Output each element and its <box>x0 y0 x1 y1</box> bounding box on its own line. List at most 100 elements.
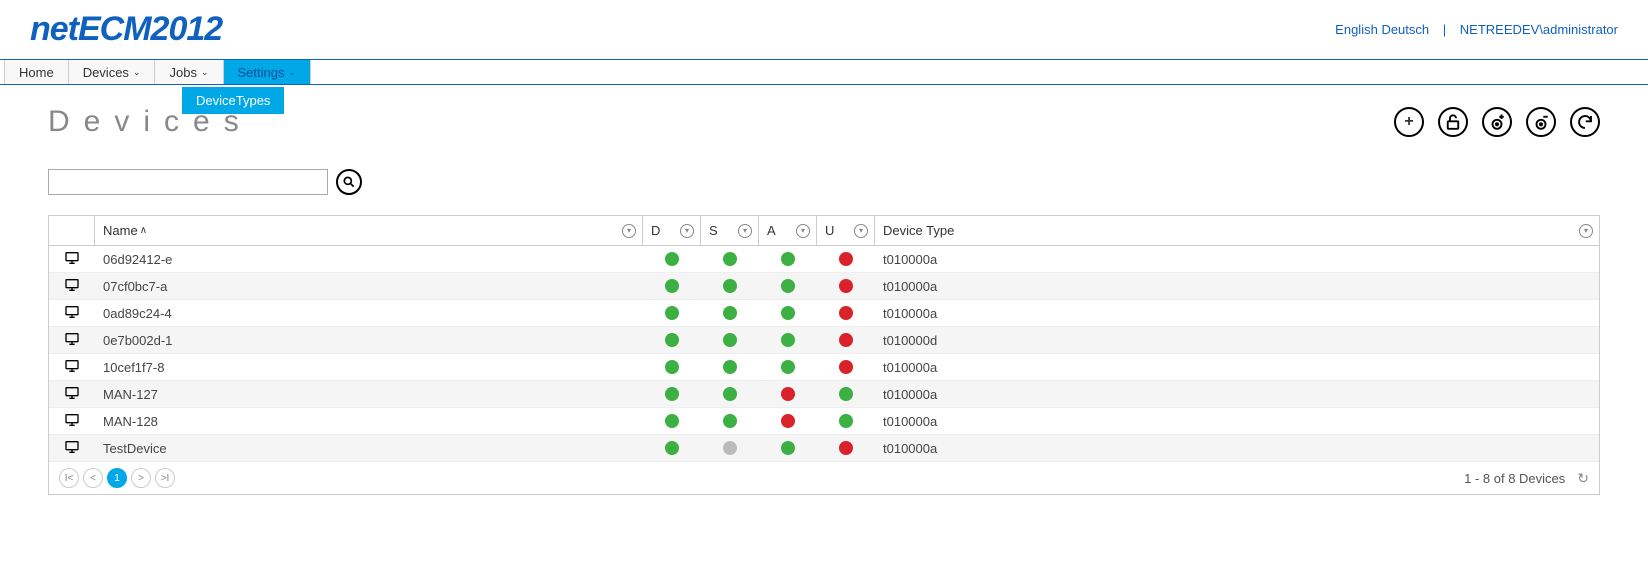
col-header-a[interactable]: A ▾ <box>759 216 817 245</box>
status-u-cell <box>817 252 875 266</box>
device-name-cell: 0ad89c24-4 <box>95 306 643 321</box>
status-dot-red <box>839 306 853 320</box>
refresh-button[interactable] <box>1570 107 1600 137</box>
top-right-links: English Deutsch | NETREEDEV\administrato… <box>1335 22 1618 37</box>
col-d-label: D <box>651 223 660 238</box>
sort-asc-icon: ∧ <box>140 225 147 236</box>
grid-refresh-button[interactable]: ↻ <box>1577 470 1589 487</box>
filter-icon[interactable]: ▾ <box>796 224 810 238</box>
device-name-cell: MAN-127 <box>95 387 643 402</box>
filter-icon[interactable]: ▾ <box>738 224 752 238</box>
nav-jobs[interactable]: Jobs ⌄ <box>155 60 223 84</box>
status-s-cell <box>701 306 759 320</box>
pager-next-button[interactable]: > <box>131 468 151 488</box>
app-logo: netECM2012 <box>30 10 222 49</box>
status-dot-red <box>839 333 853 347</box>
settings-dropdown-devicetypes[interactable]: DeviceTypes <box>182 86 284 114</box>
table-row[interactable]: 07cf0bc7-at010000a <box>49 273 1599 300</box>
status-dot-green <box>723 252 737 266</box>
device-icon-cell <box>49 439 95 458</box>
device-name-cell: MAN-128 <box>95 414 643 429</box>
filter-icon[interactable]: ▾ <box>854 224 868 238</box>
filter-icon[interactable]: ▾ <box>1579 224 1593 238</box>
monitor-icon <box>63 250 81 269</box>
status-d-cell <box>643 306 701 320</box>
table-row[interactable]: 0ad89c24-4 t010000a <box>49 300 1599 327</box>
col-header-d[interactable]: D ▾ <box>643 216 701 245</box>
status-dot-red <box>781 387 795 401</box>
search-input[interactable] <box>48 169 328 195</box>
status-s-cell <box>701 414 759 428</box>
status-u-cell <box>817 441 875 455</box>
device-type-cell: t010000a <box>875 252 1599 267</box>
table-row[interactable]: 10cef1f7-8t010000a <box>49 354 1599 381</box>
device-type-cell: t010000a <box>875 306 1599 321</box>
pager-status-area: 1 - 8 of 8 Devices ↻ <box>1464 470 1589 487</box>
status-d-cell <box>643 279 701 293</box>
add-button[interactable]: + <box>1394 107 1424 137</box>
status-dot-green <box>723 333 737 347</box>
status-a-cell <box>759 333 817 347</box>
disc-plus-button[interactable] <box>1482 107 1512 137</box>
nav-settings-label: Settings <box>238 65 285 80</box>
status-dot-green <box>723 306 737 320</box>
device-icon-cell <box>49 277 95 296</box>
table-row[interactable]: 0e7b002d-1 t010000d <box>49 327 1599 354</box>
monitor-icon <box>63 331 81 350</box>
device-type-cell: t010000a <box>875 387 1599 402</box>
nav-devices[interactable]: Devices ⌄ <box>69 60 156 84</box>
status-dot-green <box>839 387 853 401</box>
status-dot-green <box>723 414 737 428</box>
device-icon-cell <box>49 412 95 431</box>
chevron-down-icon: ⌄ <box>288 67 296 78</box>
monitor-icon <box>63 385 81 404</box>
status-dot-green <box>781 252 795 266</box>
pager-page-1-button[interactable]: 1 <box>107 468 127 488</box>
pager-first-button[interactable]: I< <box>59 468 79 488</box>
unlock-button[interactable] <box>1438 107 1468 137</box>
table-row[interactable]: TestDevicet010000a <box>49 435 1599 462</box>
col-header-type[interactable]: Device Type ▾ <box>875 216 1599 245</box>
table-row[interactable]: MAN-127 t010000a <box>49 381 1599 408</box>
col-header-icon[interactable] <box>49 216 95 245</box>
status-u-cell <box>817 414 875 428</box>
table-row[interactable]: MAN-128 t010000a <box>49 408 1599 435</box>
device-icon-cell <box>49 250 95 269</box>
device-type-cell: t010000d <box>875 333 1599 348</box>
grid-header: Name ∧ ▾ D ▾ S ▾ A ▾ U ▾ Device Type <box>49 216 1599 246</box>
device-type-cell: t010000a <box>875 414 1599 429</box>
status-d-cell <box>643 360 701 374</box>
col-header-s[interactable]: S ▾ <box>701 216 759 245</box>
filter-icon[interactable]: ▾ <box>680 224 694 238</box>
status-a-cell <box>759 414 817 428</box>
device-type-cell: t010000a <box>875 360 1599 375</box>
status-dot-green <box>781 360 795 374</box>
status-dot-red <box>839 360 853 374</box>
device-name-cell: 0e7b002d-1 <box>95 333 643 348</box>
user-link[interactable]: NETREEDEV\administrator <box>1460 22 1618 37</box>
status-dot-red <box>839 279 853 293</box>
status-d-cell <box>643 252 701 266</box>
status-a-cell <box>759 360 817 374</box>
col-header-name[interactable]: Name ∧ ▾ <box>95 216 643 245</box>
disc-minus-button[interactable] <box>1526 107 1556 137</box>
status-d-cell <box>643 441 701 455</box>
filter-icon[interactable]: ▾ <box>622 224 636 238</box>
col-name-label: Name <box>103 223 138 238</box>
pager-prev-button[interactable]: < <box>83 468 103 488</box>
table-row[interactable]: 06d92412-e t010000a <box>49 246 1599 273</box>
nav-home[interactable]: Home <box>4 60 69 84</box>
status-s-cell <box>701 333 759 347</box>
lang-deutsch-link[interactable]: Deutsch <box>1381 22 1429 37</box>
search-button[interactable] <box>336 169 362 195</box>
pager-last-button[interactable]: >I <box>155 468 175 488</box>
device-name-cell: 06d92412-e <box>95 252 643 267</box>
status-u-cell <box>817 279 875 293</box>
col-header-u[interactable]: U ▾ <box>817 216 875 245</box>
status-dot-red <box>781 414 795 428</box>
separator: | <box>1443 22 1446 37</box>
nav-settings[interactable]: Settings ⌄ <box>224 60 312 84</box>
device-name-cell: 07cf0bc7-a <box>95 279 643 294</box>
lang-english-link[interactable]: English <box>1335 22 1378 37</box>
pager-status-text: 1 - 8 of 8 Devices <box>1464 471 1565 486</box>
